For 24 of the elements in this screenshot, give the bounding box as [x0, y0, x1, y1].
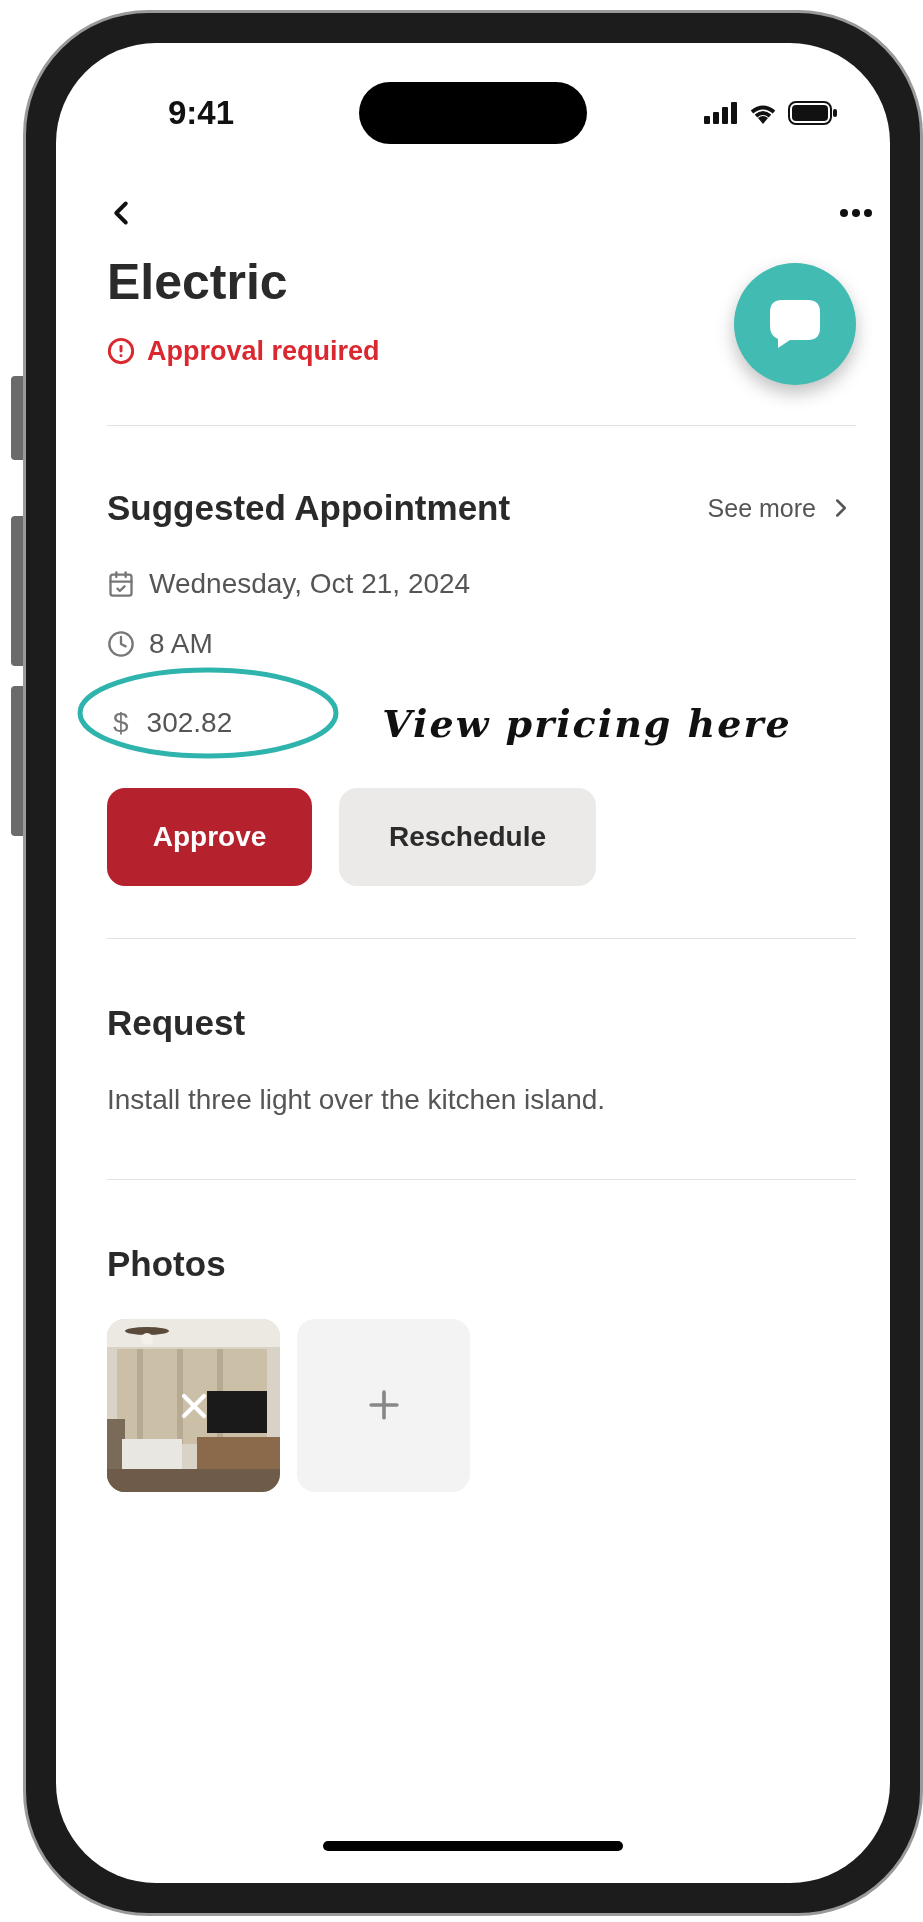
calendar-icon	[107, 569, 135, 598]
battery-icon	[788, 101, 838, 125]
wifi-icon	[748, 102, 778, 124]
page-title: Electric	[107, 257, 289, 307]
request-text: Install three light over the kitchen island.	[107, 1083, 607, 1117]
appointment-price: 302.82	[146, 706, 233, 740]
approval-status: Approval required	[147, 335, 380, 368]
appointment-time: 8 AM	[149, 626, 213, 661]
see-more-link[interactable]: See more	[707, 489, 856, 527]
section-heading: Request	[107, 1001, 247, 1044]
appointment-date: Wednesday, Oct 21, 2024	[149, 566, 471, 601]
section-heading: Photos	[107, 1243, 227, 1285]
signal-icon	[704, 102, 738, 124]
section-heading: Suggested Appointment	[107, 487, 511, 529]
annotation-text: View pricing here	[382, 699, 792, 748]
approve-button[interactable]: Approve	[107, 787, 312, 886]
chat-bubble-icon	[768, 298, 822, 350]
status-time: 9:41	[167, 93, 236, 134]
currency-symbol: $	[113, 706, 129, 740]
more-button[interactable]	[840, 209, 872, 217]
more-icon	[840, 209, 872, 217]
alert-icon	[107, 337, 135, 366]
reschedule-button[interactable]: Reschedule	[339, 787, 596, 886]
clock-icon	[107, 629, 135, 658]
